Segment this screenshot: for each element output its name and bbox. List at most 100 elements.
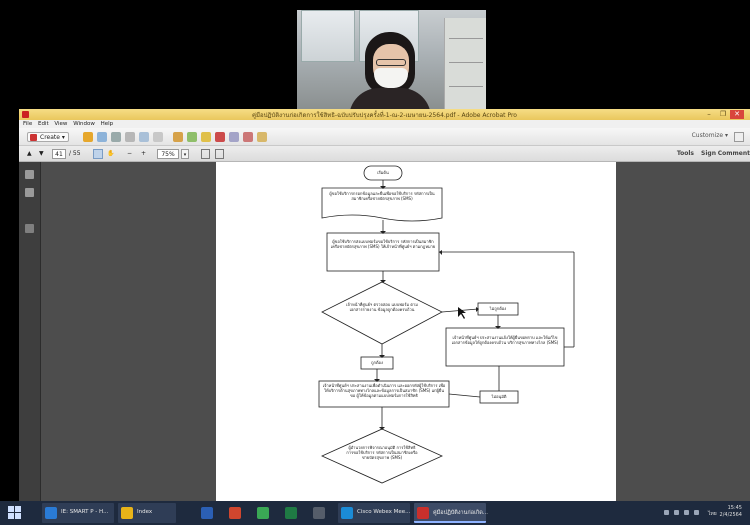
cam-background-window [301,10,355,62]
cam-background-cabinet [444,18,486,110]
pdf-convert-icon[interactable] [243,132,253,142]
windows-taskbar: IE: SMART P - H... Index Cisco Webex Mee… [0,501,750,525]
email-icon[interactable] [153,132,163,142]
taskbar-item-line[interactable] [254,503,274,523]
acrobat-window: คู่มือปฏิบัติงานก่อเกิดการใช้สิทธิ-ฉบับป… [19,109,750,501]
navigation-toolbar: ▲ ▼ 41 / 55 ✋ − + 75% ▾ Tools Sign Comme… [19,146,750,162]
create-label: Create [40,134,60,141]
browser-icon [45,507,57,519]
taskbar-item-powerpoint[interactable] [226,503,246,523]
attach-icon[interactable] [229,132,239,142]
hand-tool-icon[interactable]: ✋ [107,149,114,159]
bookmarks-icon[interactable] [25,188,34,197]
flowchart-correct-label: ถูกต้อง [371,360,383,365]
settings-gear-icon[interactable] [173,132,183,142]
menu-bar: File Edit View Window Help [19,120,750,128]
comment-link[interactable]: Comment [718,150,750,157]
zoom-dropdown-chevron-icon[interactable]: ▾ [181,149,189,159]
taskbar-item-label: Cisco Webex Mee... [357,509,411,515]
customize-tool-icon[interactable] [734,132,744,142]
flowchart-return-label: เจ้าหน้าที่ศูนย์ฯ ประสานงานแจ้งให้ผู้ยื่… [451,335,559,345]
menu-view[interactable]: View [54,120,67,128]
word-icon [201,507,213,519]
zoom-out-icon[interactable]: − [127,149,132,159]
menu-edit[interactable]: Edit [38,120,49,128]
taskbar-item-excel[interactable] [282,503,302,523]
customize-button[interactable]: Customize ▾ [692,132,728,139]
create-button[interactable]: Create ▾ [27,132,69,142]
flowchart-incorrect-label: ไม่ถูกต้อง [489,306,507,311]
flowchart-step2-label: ผู้ขอใช้บริการส่งแบบฟอร์มขอใช้บริการ รหั… [330,239,436,249]
battery-icon[interactable] [694,510,699,515]
zoom-in-icon[interactable]: + [141,149,146,159]
system-clock[interactable]: 15:45 2/4/2564 [720,505,742,519]
clock-date: 2/4/2564 [719,512,742,518]
window-titlebar[interactable]: คู่มือปฏิบัติงานก่อเกิดการใช้สิทธิ-ฉบับป… [19,109,750,120]
menu-file[interactable]: File [23,120,32,128]
page-thumbnails-icon[interactable] [25,170,34,179]
volume-icon[interactable] [684,510,689,515]
document-viewer[interactable]: เริ่มต้น ผู้ขอใช้บริการกรอกข้อมูลและยื่น… [41,162,750,501]
zoom-level-select[interactable]: 75% [157,149,179,159]
taskbar-item-ie[interactable]: IE: SMART P - H... [42,503,114,523]
excel-icon [285,507,297,519]
taskbar-item-label: Index [137,509,153,515]
tray-up-arrow-icon[interactable] [664,510,669,515]
menu-window[interactable]: Window [73,120,95,128]
taskbar-item-app[interactable] [310,503,330,523]
save-icon[interactable] [97,132,107,142]
sign-link[interactable]: Sign [701,150,716,157]
share-icon[interactable] [187,132,197,142]
print-icon[interactable] [111,132,121,142]
taskbar-item-webex[interactable]: Cisco Webex Mee... [338,503,410,523]
chat-icon [257,507,269,519]
navigation-pane [19,162,41,501]
open-folder-icon[interactable] [83,132,93,142]
taskbar-item-word[interactable] [198,503,218,523]
clock-time: 15:45 [727,505,742,511]
pdf-icon [417,507,429,519]
flowchart-start-label: เริ่มต้น [377,170,389,175]
flowchart-decision2-label: ผู้อำนวยการพิจารณาอนุมัติ การใช้สิทธิการ… [346,445,418,460]
print-alt-icon[interactable] [125,132,135,142]
app-window-icon [313,507,325,519]
page-number-input[interactable]: 41 [52,149,66,159]
edit-icon[interactable] [139,132,149,142]
flowchart-step3-label: เจ้าหน้าที่ศูนย์ฯ ประสานงานเพื่อดำเนินกา… [322,383,446,398]
menu-help[interactable]: Help [101,120,114,128]
taskbar-item-label: IE: SMART P - H... [61,509,109,515]
cam-person-glasses [376,59,406,66]
taskbar-item-label: คู่มือปฏิบัติงานก่อเกิด... [433,510,489,516]
page-total: / 55 [69,150,81,157]
network-icon[interactable] [674,510,679,515]
minimize-button[interactable]: – [704,110,714,119]
windows-start-icon[interactable] [8,506,22,520]
flowchart-return-box [445,327,565,367]
customize-label: Customize [691,132,724,139]
comment-icon[interactable] [201,132,211,142]
folder-icon [121,507,133,519]
select-tool-icon[interactable] [93,149,103,159]
flowchart-decision1-label: เจ้าหน้าที่ศูนย์ฯ ตรวจสอบ แบบฟอร์ม ตามเอ… [346,302,418,312]
stamp-icon[interactable] [215,132,225,142]
flowchart-step1-label: ผู้ขอใช้บริการกรอกข้อมูลและยื่นเพื่อขอใช… [329,191,435,201]
prev-page-arrow-icon[interactable]: ▲ [27,149,32,159]
taskbar-item-index[interactable]: Index [118,503,176,523]
video-participant-tile [297,10,486,110]
close-button[interactable]: ✕ [730,110,744,119]
mouse-cursor-icon [458,307,466,319]
fit-page-icon[interactable] [201,149,210,159]
lock-icon[interactable] [257,132,267,142]
fit-width-icon[interactable] [215,149,224,159]
next-page-arrow-icon[interactable]: ▼ [39,149,44,159]
window-title: คู่มือปฏิบัติงานก่อเกิดการใช้สิทธิ-ฉบับป… [252,112,517,119]
webex-icon [341,507,353,519]
pdf-page: เริ่มต้น ผู้ขอใช้บริการกรอกข้อมูลและยื่น… [216,162,616,501]
flowchart-decision-diamond [321,281,443,345]
input-language[interactable]: ไทย [708,510,717,518]
flowchart-not-approved-label: ไม่อนุมัติ [491,394,507,399]
attachments-icon[interactable] [25,224,34,233]
taskbar-item-acrobat[interactable]: คู่มือปฏิบัติงานก่อเกิด... [414,503,489,523]
tools-link[interactable]: Tools [677,150,694,157]
restore-button[interactable]: ❐ [718,110,728,119]
